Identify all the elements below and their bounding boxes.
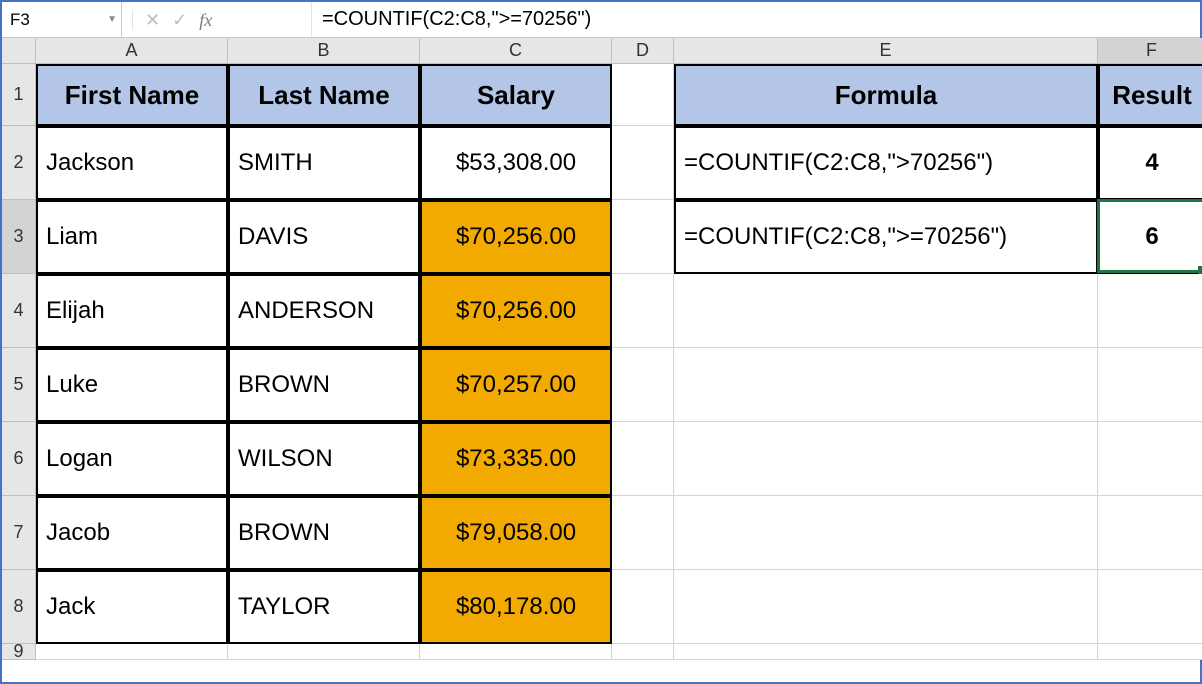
cell-D6[interactable]: [612, 422, 674, 496]
cell-D5[interactable]: [612, 348, 674, 422]
cell-E7[interactable]: [674, 496, 1098, 570]
cell-C9[interactable]: [420, 644, 612, 660]
cell-E1[interactable]: Formula: [674, 64, 1098, 126]
cell-C5[interactable]: $70,257.00: [420, 348, 612, 422]
row-header-6[interactable]: 6: [2, 422, 36, 496]
column-header-E[interactable]: E: [674, 38, 1098, 64]
cell-C7[interactable]: $79,058.00: [420, 496, 612, 570]
formula-text: =COUNTIF(C2:C8,">=70256"): [322, 8, 591, 31]
row-header-4[interactable]: 4: [2, 274, 36, 348]
row-header-9[interactable]: 9: [2, 644, 36, 660]
cell-A3[interactable]: Liam: [36, 200, 228, 274]
formula-bar: F3 ▼ ✕ ✓ fx =COUNTIF(C2:C8,">=70256"): [2, 2, 1200, 38]
cell-F2[interactable]: 4: [1098, 126, 1202, 200]
cell-F4[interactable]: [1098, 274, 1202, 348]
cell-A1[interactable]: First Name: [36, 64, 228, 126]
row-header-3[interactable]: 3: [2, 200, 36, 274]
cell-C2[interactable]: $53,308.00: [420, 126, 612, 200]
cell-F9[interactable]: [1098, 644, 1202, 660]
cell-F1[interactable]: Result: [1098, 64, 1202, 126]
cell-E9[interactable]: [674, 644, 1098, 660]
cell-A6[interactable]: Logan: [36, 422, 228, 496]
cells-area[interactable]: First NameLast NameSalary FormulaResult Ja…: [36, 64, 1202, 660]
cell-C8[interactable]: $80,178.00: [420, 570, 612, 644]
cell-F6[interactable]: [1098, 422, 1202, 496]
cell-A4[interactable]: Elijah: [36, 274, 228, 348]
cell-B4[interactable]: ANDERSON: [228, 274, 420, 348]
select-all-corner[interactable]: [2, 38, 36, 64]
cell-E6[interactable]: [674, 422, 1098, 496]
fx-icon[interactable]: fx: [199, 11, 212, 29]
row-header-2[interactable]: 2: [2, 126, 36, 200]
cell-A2[interactable]: Jackson: [36, 126, 228, 200]
column-header-B[interactable]: B: [228, 38, 420, 64]
row-header-1[interactable]: 1: [2, 64, 36, 126]
cell-C3[interactable]: $70,256.00: [420, 200, 612, 274]
cell-A5[interactable]: Luke: [36, 348, 228, 422]
cell-B9[interactable]: [228, 644, 420, 660]
column-header-A[interactable]: A: [36, 38, 228, 64]
cell-E4[interactable]: [674, 274, 1098, 348]
cell-C1[interactable]: Salary: [420, 64, 612, 126]
cell-A8[interactable]: Jack: [36, 570, 228, 644]
cell-C6[interactable]: $73,335.00: [420, 422, 612, 496]
formula-input[interactable]: =COUNTIF(C2:C8,">=70256"): [312, 2, 1200, 37]
cell-D1[interactable]: [612, 64, 674, 126]
column-headers: ABCDEF: [36, 38, 1202, 64]
cell-F8[interactable]: [1098, 570, 1202, 644]
cell-B1[interactable]: Last Name: [228, 64, 420, 126]
cell-B8[interactable]: TAYLOR: [228, 570, 420, 644]
cell-F5[interactable]: [1098, 348, 1202, 422]
cell-D2[interactable]: [612, 126, 674, 200]
cell-D7[interactable]: [612, 496, 674, 570]
cell-B3[interactable]: DAVIS: [228, 200, 420, 274]
cell-D4[interactable]: [612, 274, 674, 348]
row-headers: 123456789: [2, 64, 36, 660]
cell-A7[interactable]: Jacob: [36, 496, 228, 570]
row-header-5[interactable]: 5: [2, 348, 36, 422]
cell-B7[interactable]: BROWN: [228, 496, 420, 570]
column-header-C[interactable]: C: [420, 38, 612, 64]
row-header-7[interactable]: 7: [2, 496, 36, 570]
row-header-8[interactable]: 8: [2, 570, 36, 644]
cell-E8[interactable]: [674, 570, 1098, 644]
cell-E5[interactable]: [674, 348, 1098, 422]
cell-D8[interactable]: [612, 570, 674, 644]
cell-D9[interactable]: [612, 644, 674, 660]
column-header-F[interactable]: F: [1098, 38, 1202, 64]
column-header-D[interactable]: D: [612, 38, 674, 64]
formula-bar-buttons: ✕ ✓ fx: [122, 2, 312, 37]
enter-icon[interactable]: ✓: [172, 11, 187, 29]
name-box-value: F3: [10, 10, 30, 30]
separator: [132, 10, 133, 30]
dropdown-icon[interactable]: ▼: [107, 14, 117, 25]
cell-B5[interactable]: BROWN: [228, 348, 420, 422]
cell-C4[interactable]: $70,256.00: [420, 274, 612, 348]
cell-B2[interactable]: SMITH: [228, 126, 420, 200]
cancel-icon[interactable]: ✕: [145, 11, 160, 29]
cell-F3[interactable]: 6: [1098, 200, 1202, 274]
cell-E3[interactable]: =COUNTIF(C2:C8,">=70256"): [674, 200, 1098, 274]
cell-E2[interactable]: =COUNTIF(C2:C8,">70256"): [674, 126, 1098, 200]
cell-B6[interactable]: WILSON: [228, 422, 420, 496]
cell-A9[interactable]: [36, 644, 228, 660]
cell-F7[interactable]: [1098, 496, 1202, 570]
name-box[interactable]: F3 ▼: [2, 2, 122, 37]
cell-D3[interactable]: [612, 200, 674, 274]
